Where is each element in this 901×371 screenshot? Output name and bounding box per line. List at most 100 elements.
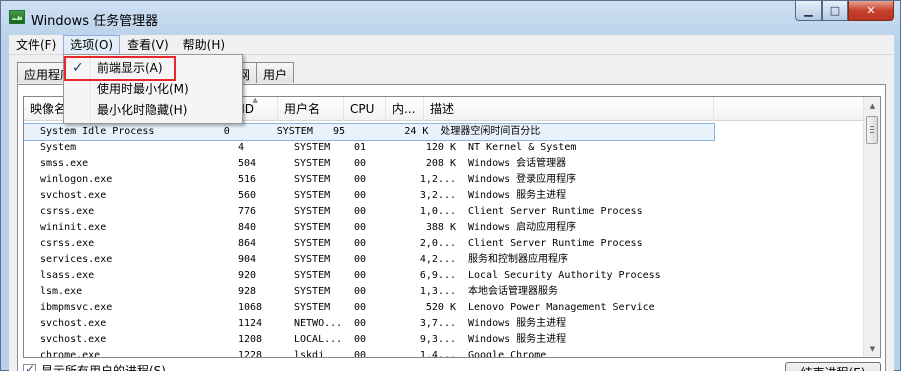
table-row[interactable]: wininit.exe 840 SYSTEM 00 388 K Windows 启动应用程… [24, 220, 764, 236]
header-user[interactable]: 用户名 [278, 97, 344, 121]
show-all-users-option[interactable]: 显示所有用户的进程(S) [23, 362, 166, 371]
cell-cpu: 00 [354, 318, 367, 329]
cell-description: Windows 服务主进程 [468, 334, 567, 345]
cell-pid: 560 [238, 190, 257, 201]
cell-description: Windows 登录应用程序 [468, 174, 577, 185]
tab-users-label: 用户 [263, 68, 288, 82]
menu-bar: 文件(F) 选项(O) 查看(V) 帮助(H) [9, 35, 894, 55]
menu-options[interactable]: 选项(O) [63, 35, 121, 55]
cell-image-name: services.exe [40, 254, 113, 265]
cell-cpu: 01 [354, 142, 367, 153]
close-button[interactable]: ✕ [848, 1, 894, 21]
cell-memory: 1,2... [419, 174, 456, 185]
scrollbar-thumb[interactable] [866, 116, 878, 144]
cell-memory: 388 K [425, 222, 456, 233]
cell-image-name: chrome.exe [40, 350, 101, 358]
cell-memory: 3,2... [419, 190, 456, 201]
minimize-icon: ▁ [804, 4, 813, 17]
cell-image-name: lsass.exe [40, 270, 95, 281]
table-row[interactable]: csrss.exe 864 SYSTEM 00 2,0... Client Server … [24, 236, 764, 252]
scroll-up-icon[interactable]: ▲ [865, 98, 880, 115]
header-description[interactable]: 描述 [424, 97, 714, 121]
cell-description: Client Server Runtime Process [468, 238, 643, 249]
cell-memory: 520 K [425, 302, 456, 313]
cell-pid: 776 [238, 206, 257, 217]
cell-user: lskdj [294, 350, 325, 358]
cell-pid: 904 [238, 254, 257, 265]
cell-memory: 120 K [425, 142, 456, 153]
table-row[interactable]: System Idle Process 0 SYSTEM 95 24 K 处理器空闲时间百… [24, 123, 715, 141]
window-title: Windows 任务管理器 [31, 14, 159, 29]
table-row[interactable]: chrome.exe 1228 lskdj 00 1,4... Google Chrome [24, 348, 764, 358]
cell-cpu: 00 [354, 222, 367, 233]
title-bar[interactable]: Windows 任务管理器 ▁ □ ✕ [1, 1, 900, 35]
cell-pid: 4 [238, 142, 245, 153]
table-row[interactable]: svchost.exe 1208 LOCAL... 00 9,3... Windows 服… [24, 332, 764, 348]
cell-user: SYSTEM [260, 124, 323, 140]
process-list[interactable]: 映像名称 ▲ PID 用户名 CPU 内... 描述 System Idle Pr… [23, 96, 881, 358]
menu-help[interactable]: 帮助(H) [176, 35, 232, 55]
cell-cpu: 00 [354, 190, 367, 201]
task-manager-window: Windows 任务管理器 ▁ □ ✕ 文件(F) 选项(O) 查看(V) 帮助… [0, 0, 901, 371]
table-row[interactable]: lsm.exe 928 SYSTEM 00 1,3... 本地会话管理器服务 [24, 284, 764, 300]
table-row[interactable]: ibmpmsvc.exe 1068 SYSTEM 00 520 K Lenovo Powe… [24, 300, 764, 316]
cell-description: Client Server Runtime Process [468, 206, 643, 217]
table-row[interactable]: svchost.exe 560 SYSTEM 00 3,2... Windows 服务主进… [24, 188, 764, 204]
cell-pid: 920 [238, 270, 257, 281]
cell-memory: 3,7... [419, 318, 456, 329]
menu-file[interactable]: 文件(F) [9, 35, 63, 55]
cell-pid: 504 [238, 158, 257, 169]
cell-memory: 1,3... [419, 286, 456, 297]
cell-image-name: svchost.exe [40, 318, 107, 329]
cell-memory: 6,9... [419, 270, 456, 281]
table-row[interactable]: services.exe 904 SYSTEM 00 4,2... 服务和控制器应用程序 [24, 252, 764, 268]
cell-cpu: 00 [354, 334, 367, 345]
cell-image-name: wininit.exe [40, 222, 107, 233]
cell-pid: 1124 [238, 318, 263, 329]
cell-description: Windows 服务主进程 [468, 190, 567, 201]
menu-item-hide-when-minimized[interactable]: 最小化时隐藏(H) [66, 100, 240, 120]
cell-memory: 1,0... [419, 206, 456, 217]
vertical-scrollbar[interactable]: ▲ ▼ [863, 97, 880, 357]
menu-item-minimize-on-use[interactable]: 使用时最小化(M) [66, 79, 240, 99]
sort-ascending-icon: ▲ [252, 97, 258, 104]
show-all-users-checkbox[interactable] [23, 362, 36, 371]
cell-pid: 0 [213, 124, 261, 140]
cell-pid: 840 [238, 222, 257, 233]
cell-image-name: csrss.exe [40, 206, 95, 217]
menu-item-always-on-top[interactable]: ✓ 前端显示(A) [66, 58, 240, 78]
table-row[interactable]: csrss.exe 776 SYSTEM 00 1,0... Client Server … [24, 204, 764, 220]
scroll-down-icon[interactable]: ▼ [865, 341, 880, 357]
header-memory[interactable]: 内... [386, 97, 424, 121]
cell-user: LOCAL... [294, 334, 343, 345]
header-memory-label: 内... [392, 102, 416, 116]
cell-image-name: ibmpmsvc.exe [40, 302, 113, 313]
minimize-button[interactable]: ▁ [795, 1, 822, 21]
cell-description: Local Security Authority Process [468, 270, 661, 281]
cell-memory: 1,4... [419, 350, 456, 358]
cell-memory: 208 K [425, 158, 456, 169]
cell-user: SYSTEM [294, 286, 331, 297]
end-process-button[interactable]: 结束进程(E) [785, 362, 881, 371]
header-cpu[interactable]: CPU [344, 97, 386, 121]
cell-cpu: 00 [354, 206, 367, 217]
cell-user: SYSTEM [294, 270, 331, 281]
table-row[interactable]: smss.exe 504 SYSTEM 00 208 K Windows 会话管理器 [24, 156, 764, 172]
maximize-button[interactable]: □ [822, 1, 848, 21]
cell-user: SYSTEM [294, 302, 331, 313]
cell-user: SYSTEM [294, 206, 331, 217]
menu-view[interactable]: 查看(V) [120, 35, 176, 55]
table-row[interactable]: winlogon.exe 516 SYSTEM 00 1,2... Windows 登录应… [24, 172, 764, 188]
tab-users[interactable]: 用户 [256, 62, 295, 83]
cell-description: 处理器空闲时间百分比 [436, 124, 714, 140]
cell-description: Google Chrome [468, 350, 547, 358]
header-filler [714, 97, 864, 121]
cell-cpu: 00 [354, 286, 367, 297]
cell-description: Windows 启动应用程序 [468, 222, 577, 233]
menu-item-always-on-top-label: 前端显示(A) [97, 61, 163, 75]
table-row[interactable]: lsass.exe 920 SYSTEM 00 6,9... Local Security… [24, 268, 764, 284]
table-row[interactable]: System 4 SYSTEM 01 120 K NT Kernel & System [24, 140, 764, 156]
table-row[interactable]: svchost.exe 1124 NETWO... 00 3,7... Windows 服… [24, 316, 764, 332]
cell-description: 本地会话管理器服务 [468, 286, 558, 297]
cell-description: Lenovo Power Management Service [468, 302, 655, 313]
